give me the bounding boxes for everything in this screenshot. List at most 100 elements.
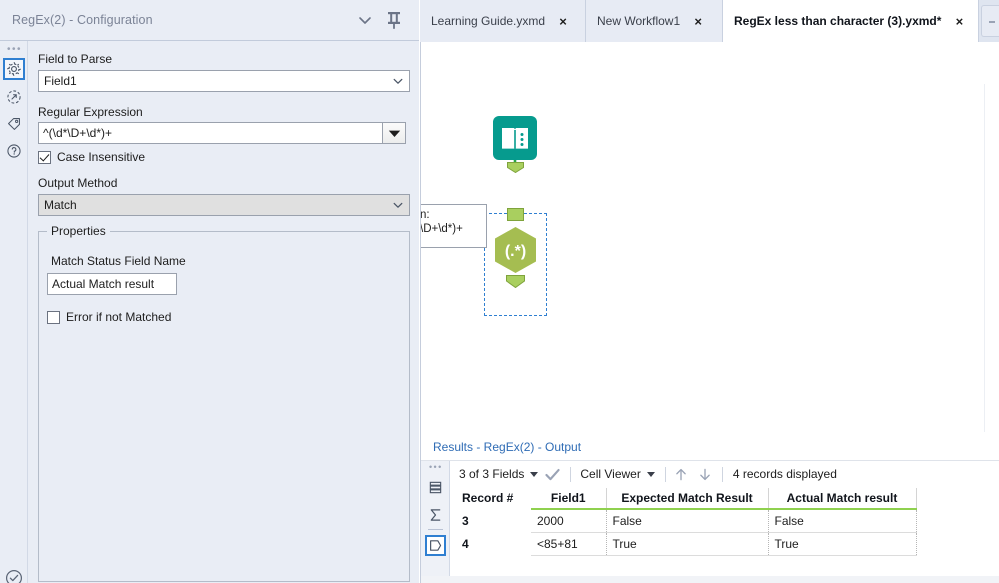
output-method-dropdown[interactable]: Match [38, 194, 410, 216]
case-insensitive-checkbox[interactable]: Case Insensitive [38, 150, 145, 164]
column-header-expected-match-result[interactable]: Expected Match Result [606, 488, 769, 510]
regex-output-anchor[interactable] [506, 275, 525, 289]
cell-field1[interactable]: 2000 [531, 509, 607, 533]
tab-label: New Workflow1 [597, 14, 681, 28]
configuration-header: RegEx(2) - Configuration [0, 0, 419, 41]
rail-drag-dots[interactable]: ••• [7, 45, 22, 55]
case-insensitive-label: Case Insensitive [57, 150, 146, 164]
close-icon[interactable]: × [947, 15, 971, 28]
help-icon[interactable] [3, 140, 25, 162]
gear-icon[interactable] [3, 58, 25, 80]
profile-sigma-icon[interactable] [425, 504, 446, 525]
properties-group-title: Properties [47, 224, 110, 238]
metadata-icon[interactable] [425, 535, 446, 556]
cell-expected-match-result[interactable]: True [606, 532, 769, 556]
toolbar-divider [721, 466, 723, 482]
check-circle-icon[interactable] [4, 568, 24, 583]
run-arrow-icon[interactable] [3, 86, 25, 108]
cell-viewer-label: Cell Viewer [580, 467, 641, 481]
cell-actual-match-result[interactable]: True [768, 532, 917, 556]
match-status-field-name-label: Match Status Field Name [51, 254, 186, 268]
tooltip-line-1: n: [420, 209, 430, 221]
chevron-down-icon [646, 471, 655, 477]
match-status-field-name-value: Actual Match result [52, 277, 155, 291]
cell-actual-match-result[interactable]: False [768, 509, 917, 533]
chevron-down-icon [387, 199, 409, 211]
results-toolbar: 3 of 3 Fields Cell Viewer 4 records disp… [450, 461, 999, 487]
table-row[interactable]: 3 2000 False False [458, 509, 917, 533]
chevron-down-icon[interactable] [357, 12, 373, 28]
table-header-row: Record # Field1 Expected Match Result Ac… [458, 488, 917, 510]
field-to-parse-label: Field to Parse [38, 52, 113, 66]
cell-record: 3 [458, 509, 531, 532]
configuration-icon-rail: ••• [0, 41, 28, 583]
configuration-panel: RegEx(2) - Configuration ••• Field to Pa… [0, 0, 419, 583]
results-rail-drag-dots[interactable]: ••• [429, 463, 443, 472]
results-title[interactable]: Results - RegEx(2) - Output [433, 440, 581, 454]
field-to-parse-dropdown[interactable]: Field1 [38, 70, 410, 92]
results-table: Record # Field1 Expected Match Result Ac… [458, 488, 917, 556]
tab-bar: Learning Guide.yxmd × New Workflow1 × Re… [420, 0, 999, 42]
field-to-parse-value: Field1 [44, 74, 77, 88]
tab-new-workflow1[interactable]: New Workflow1 × [586, 0, 723, 42]
results-icon-rail: ••• [421, 461, 450, 583]
workspace-area: Learning Guide.yxmd × New Workflow1 × Re… [420, 0, 999, 583]
output-method-value: Match [44, 198, 77, 212]
cell-viewer-selector[interactable]: Cell Viewer [580, 467, 655, 481]
arrow-up-icon[interactable] [674, 467, 688, 482]
configuration-body: Field to Parse Field1 Regular Expression… [29, 41, 419, 583]
regex-node[interactable]: (.*) [490, 224, 541, 276]
checkbox-box [47, 310, 60, 324]
cell-field1[interactable]: <85+81 [531, 532, 607, 556]
results-panel: Results - RegEx(2) - Output ••• 3 of 3 F… [420, 432, 999, 583]
regular-expression-label: Regular Expression [38, 105, 143, 119]
toolbar-divider [664, 466, 666, 482]
record-count-label: 4 records displayed [732, 467, 837, 481]
cell-record: 4 [458, 532, 531, 555]
tag-icon[interactable] [3, 113, 25, 135]
error-if-not-matched-checkbox[interactable]: Error if not Matched [47, 310, 171, 324]
regex-tooltip: n: \D+\d*)+ [420, 204, 487, 248]
tab-regex-less-than-character[interactable]: RegEx less than character (3).yxmd* × [723, 0, 979, 42]
tab-label: Learning Guide.yxmd [431, 14, 546, 28]
fields-label: 3 of 3 Fields [459, 467, 525, 481]
results-title-bar: Results - RegEx(2) - Output [421, 432, 999, 461]
tab-label: RegEx less than character (3).yxmd* [734, 14, 942, 28]
tab-learning-guide[interactable]: Learning Guide.yxmd × [420, 0, 586, 42]
regex-input-anchor[interactable] [507, 208, 524, 221]
pin-icon[interactable] [385, 10, 403, 30]
tab-overflow-button[interactable] [981, 5, 999, 37]
configuration-title: RegEx(2) - Configuration [12, 13, 153, 27]
workflow-canvas[interactable]: (.*) n: \D+\d*)+ [420, 42, 999, 432]
tooltip-line-2: \D+\d*)+ [420, 223, 463, 235]
alteryx-designer-window: RegEx(2) - Configuration ••• Field to Pa… [0, 0, 999, 583]
check-icon[interactable] [545, 468, 560, 481]
output-method-label: Output Method [38, 176, 118, 190]
text-input-node[interactable] [489, 112, 541, 164]
column-header-actual-match-result[interactable]: Actual Match result [768, 488, 917, 510]
chevron-down-icon [530, 471, 539, 477]
canvas-vertical-scrollbar[interactable] [984, 84, 999, 432]
table-row[interactable]: 4 <85+81 True True [458, 532, 917, 556]
close-icon[interactable]: × [551, 15, 575, 28]
close-icon[interactable]: × [686, 15, 710, 28]
cell-expected-match-result[interactable]: False [606, 509, 769, 533]
text-input-output-anchor[interactable] [507, 162, 524, 174]
checkbox-box [38, 150, 51, 164]
results-horizontal-scrollbar[interactable] [421, 576, 999, 583]
svg-text:(.*): (.*) [505, 243, 526, 260]
match-status-field-name-input[interactable]: Actual Match result [47, 273, 177, 295]
rail-divider [428, 529, 443, 530]
results-grid[interactable]: Record # Field1 Expected Match Result Ac… [458, 488, 999, 583]
toolbar-divider [570, 466, 572, 482]
arrow-down-icon[interactable] [698, 467, 712, 482]
regular-expression-value: ^(\d*\D+\d*)+ [43, 126, 112, 140]
regular-expression-input[interactable]: ^(\d*\D+\d*)+ [38, 122, 383, 144]
column-header-field1[interactable]: Field1 [531, 488, 607, 510]
regular-expression-dropdown-button[interactable] [382, 122, 406, 144]
fields-selector[interactable]: 3 of 3 Fields [459, 467, 539, 481]
chevron-down-icon [387, 75, 409, 87]
column-header-record[interactable]: Record # [458, 488, 531, 510]
error-if-not-matched-label: Error if not Matched [66, 310, 172, 324]
data-icon[interactable] [425, 477, 446, 498]
